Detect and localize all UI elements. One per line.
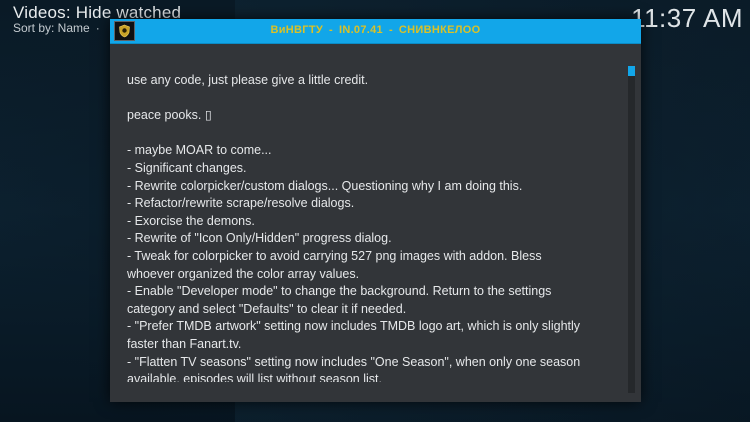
dialog-title-addon: ВиНВГТУ xyxy=(270,24,323,36)
text-line: available, episodes will list without se… xyxy=(127,372,382,382)
text-line: whoever organized the color array values… xyxy=(127,266,360,281)
changelog-dialog: ВиНВГТУ - ​IN.07.41- СНИВНКЕЛОО use any cod… xyxy=(110,19,641,402)
text-line: - Rewrite colorpicker/custom dialogs... … xyxy=(127,178,523,193)
dialog-title: ВиНВГТУ - ​IN.07.41- СНИВНКЕЛОО xyxy=(110,24,641,36)
text-line: faster than Fanart.tv. xyxy=(127,336,242,351)
text-line: - Exorcise the demons. xyxy=(127,213,255,228)
text-line: peace pooks. ▯ xyxy=(127,108,212,123)
sort-separator: · xyxy=(95,21,100,35)
dialog-title-changelog: СНИВНКЕЛОО xyxy=(398,24,481,36)
sort-button[interactable]: Sort by: Name · xyxy=(13,21,100,35)
text-line: use any code, just please give a little … xyxy=(127,73,369,87)
sort-label: Sort by: Name xyxy=(13,21,90,35)
text-line: - Tweak for colorpicker to avoid carryin… xyxy=(127,248,542,263)
dialog-title-separator: - xyxy=(329,24,333,36)
dialog-header: ВиНВГТУ - ​IN.07.41- СНИВНКЕЛОО xyxy=(110,19,641,44)
text-line: - Rewrite of "Icon Only/Hidden" progress… xyxy=(127,231,392,246)
text-line: - "Prefer TMDB artwork" setting now incl… xyxy=(127,319,581,334)
text-line: - maybe MOAR to come... xyxy=(127,143,272,158)
text-line: - Refactor/rewrite scrape/resolve dialog… xyxy=(127,196,355,211)
text-line: category and select "Defaults" to clear … xyxy=(127,301,407,316)
clock: 11:37 AM xyxy=(631,3,743,33)
changelog-text: use any code, just please give a little … xyxy=(127,72,607,382)
dialog-title-separator: - xyxy=(388,24,393,36)
text-line: - Enable "Developer mode" to change the … xyxy=(127,284,552,299)
text-line: - Significant changes. xyxy=(127,160,247,175)
dialog-title-version: ​IN.07.41 xyxy=(338,24,383,36)
kodi-screen: Videos: Hide watched Sort by: Name · 11:3… xyxy=(0,0,750,422)
scroll-thumb[interactable] xyxy=(628,66,635,76)
text-line: - "Flatten TV seasons" setting now inclu… xyxy=(127,354,581,369)
scrollbar[interactable] xyxy=(628,66,635,393)
